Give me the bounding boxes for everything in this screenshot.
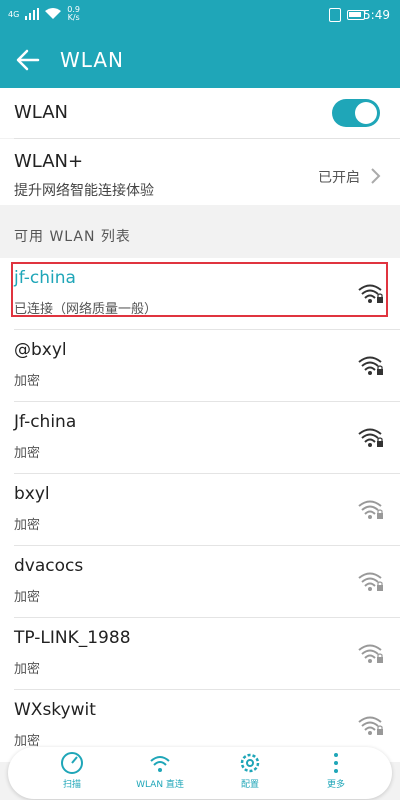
wlan-switch[interactable]	[332, 99, 380, 127]
switch-knob	[355, 102, 377, 124]
clock: 5:49	[363, 8, 390, 22]
wifi-lock-icon	[358, 644, 383, 663]
network-name: dvacocs	[14, 556, 84, 576]
wlan-plus-label: WLAN+	[14, 151, 84, 172]
wlan-direct-label: WLAN 直连	[136, 780, 184, 790]
available-networks-header: 可用 WLAN 列表	[14, 229, 131, 245]
network-row[interactable]: TP-LINK_1988 加密	[0, 618, 400, 690]
wlan-direct-button[interactable]: WLAN 直连	[120, 751, 200, 790]
network-status: 加密	[14, 374, 41, 389]
network-name: bxyl	[14, 484, 50, 504]
wlan-label: WLAN	[14, 102, 69, 123]
wifi-lock-icon	[358, 572, 383, 591]
network-row[interactable]: @bxyl 加密	[0, 330, 400, 402]
scan-button[interactable]: 扫描	[32, 751, 112, 790]
wifi-lock-icon	[358, 356, 383, 375]
app-bar: WLAN	[0, 32, 400, 88]
network-name: @bxyl	[14, 340, 67, 360]
chevron-right-icon	[371, 168, 381, 184]
more-label: 更多	[326, 780, 345, 790]
network-status: 加密	[14, 662, 41, 677]
network-status: 加密	[14, 446, 41, 461]
battery-icon	[346, 10, 365, 20]
network-status: 加密	[14, 590, 41, 605]
bottom-action-bar: 扫描 WLAN 直连 配置 更多	[8, 747, 392, 799]
scan-icon	[61, 752, 83, 774]
wlan-plus-subtitle: 提升网络智能连接体验	[14, 183, 154, 199]
wifi-status-icon	[45, 8, 62, 19]
configure-label: 配置	[240, 780, 259, 790]
connected-network-highlight	[11, 262, 388, 317]
network-name: WXskywit	[14, 700, 96, 720]
wifi-lock-icon	[358, 428, 383, 447]
network-speed: 0.9 K/s	[67, 5, 81, 22]
network-status: 加密	[14, 518, 41, 533]
wlan-plus-state: 已开启	[318, 170, 360, 186]
wifi-direct-icon	[150, 756, 170, 772]
gear-icon	[240, 753, 260, 773]
network-name: Jf-china	[14, 412, 77, 432]
wifi-lock-icon	[358, 716, 383, 735]
network-name: TP-LINK_1988	[14, 628, 131, 648]
wifi-lock-icon	[358, 500, 383, 519]
network-row[interactable]: Jf-china 加密	[0, 402, 400, 474]
network-type: 4G	[8, 9, 20, 19]
status-bar: 4G 0.9 K/s 60 5:49	[0, 0, 400, 32]
configure-button[interactable]: 配置	[210, 751, 290, 790]
more-icon	[334, 753, 338, 773]
signal-icon	[25, 8, 40, 20]
more-button[interactable]: 更多	[296, 751, 376, 790]
page-title: WLAN	[60, 48, 125, 72]
scan-label: 扫描	[62, 780, 81, 790]
back-arrow-icon[interactable]	[14, 46, 42, 74]
network-row[interactable]: dvacocs 加密	[0, 546, 400, 618]
vibrate-icon	[328, 8, 341, 22]
network-row[interactable]: bxyl 加密	[0, 474, 400, 546]
